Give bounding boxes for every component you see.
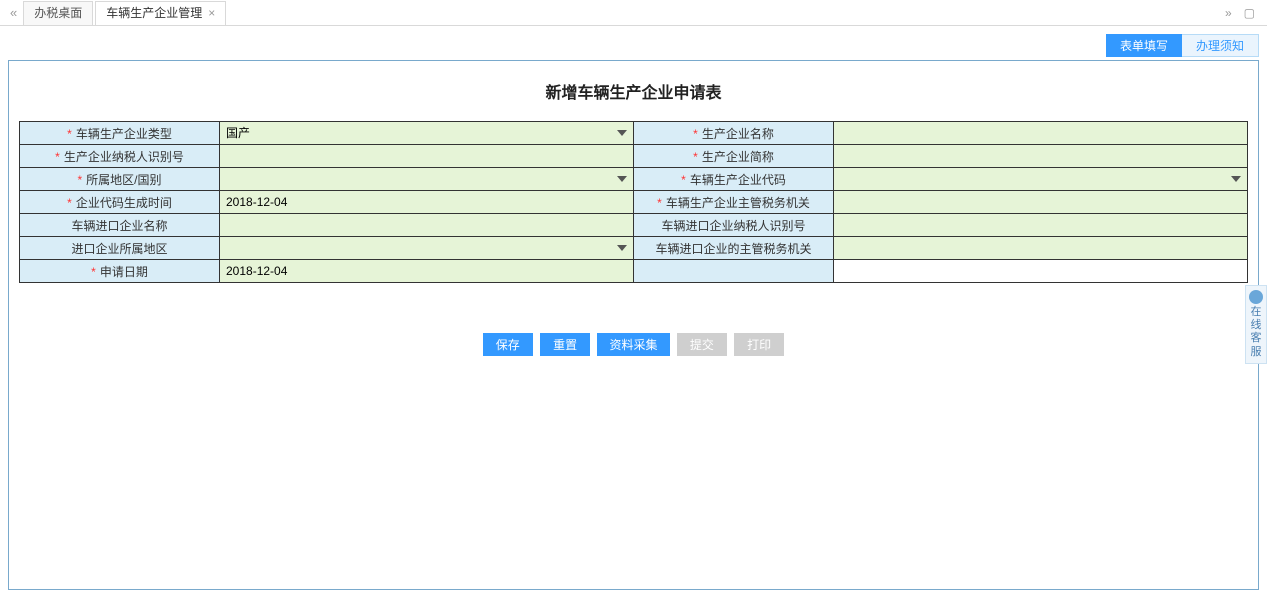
import-taxpayer-id-cell[interactable] bbox=[834, 214, 1248, 237]
import-region-input[interactable] bbox=[226, 241, 627, 255]
enterprise-code-select[interactable] bbox=[834, 168, 1248, 191]
close-icon[interactable]: × bbox=[208, 1, 215, 25]
tab-tax-desktop[interactable]: 办税桌面 bbox=[23, 1, 93, 25]
window-maximize-icon[interactable]: ▢ bbox=[1238, 6, 1261, 20]
label-enterprise-code: 车辆生产企业代码 bbox=[690, 173, 786, 187]
required-mark: * bbox=[657, 196, 662, 210]
process-notice-button[interactable]: 办理须知 bbox=[1182, 34, 1259, 57]
code-gen-time-cell[interactable] bbox=[220, 191, 634, 214]
manufacturer-short-input[interactable] bbox=[840, 149, 1241, 163]
manufacturer-name-cell[interactable] bbox=[834, 122, 1248, 145]
label-import-enterprise-name: 车辆进口企业名称 bbox=[71, 219, 167, 233]
taxpayer-id-input[interactable] bbox=[226, 149, 627, 163]
form-panel: 新增车辆生产企业申请表 * 车辆生产企业类型 * 生产企业名称 * 生产企业纳税人识别… bbox=[8, 60, 1259, 590]
save-button[interactable]: 保存 bbox=[483, 333, 533, 356]
required-mark: * bbox=[693, 127, 698, 141]
tabs-scroll-left[interactable]: « bbox=[4, 5, 23, 20]
empty-cell bbox=[834, 260, 1248, 283]
required-mark: * bbox=[681, 173, 686, 187]
tab-vehicle-enterprise-mgmt[interactable]: 车辆生产企业管理 × bbox=[95, 1, 226, 25]
online-service-widget[interactable]: 在线客服 bbox=[1245, 285, 1267, 364]
label-manufacturer-short: 生产企业简称 bbox=[702, 150, 774, 164]
manufacturer-name-input[interactable] bbox=[840, 126, 1241, 140]
reset-button[interactable]: 重置 bbox=[540, 333, 590, 356]
application-form-table: * 车辆生产企业类型 * 生产企业名称 * 生产企业纳税人识别号 * 生产企业简称 bbox=[19, 121, 1248, 283]
import-tax-authority-input[interactable] bbox=[840, 241, 1241, 255]
label-vehicle-enterprise-type: 车辆生产企业类型 bbox=[76, 127, 172, 141]
label-apply-date: 申请日期 bbox=[100, 265, 148, 279]
import-tax-authority-cell[interactable] bbox=[834, 237, 1248, 260]
label-manufacturer-name: 生产企业名称 bbox=[702, 127, 774, 141]
tab-label: 车辆生产企业管理 bbox=[106, 1, 202, 25]
region-country-select[interactable] bbox=[220, 168, 634, 191]
collect-button[interactable]: 资料采集 bbox=[597, 333, 669, 356]
apply-date-input[interactable] bbox=[226, 264, 627, 278]
label-tax-authority: 车辆生产企业主管税务机关 bbox=[666, 196, 810, 210]
import-taxpayer-id-input[interactable] bbox=[840, 218, 1241, 232]
print-button: 打印 bbox=[734, 333, 784, 356]
manufacturer-short-cell[interactable] bbox=[834, 145, 1248, 168]
apply-date-cell[interactable] bbox=[220, 260, 634, 283]
online-service-label: 在线客服 bbox=[1251, 306, 1262, 358]
label-import-taxpayer-id: 车辆进口企业纳税人识别号 bbox=[661, 219, 805, 233]
enterprise-code-input[interactable] bbox=[840, 172, 1241, 186]
tax-authority-cell[interactable] bbox=[834, 191, 1248, 214]
code-gen-time-input[interactable] bbox=[226, 195, 627, 209]
required-mark: * bbox=[77, 173, 82, 187]
required-mark: * bbox=[55, 150, 60, 164]
region-country-input[interactable] bbox=[226, 172, 627, 186]
label-import-region: 进口企业所属地区 bbox=[71, 242, 167, 256]
submit-button: 提交 bbox=[677, 333, 727, 356]
import-enterprise-name-input[interactable] bbox=[226, 218, 627, 232]
avatar-icon bbox=[1249, 290, 1263, 304]
label-code-gen-time: 企业代码生成时间 bbox=[76, 196, 172, 210]
tax-authority-input[interactable] bbox=[840, 195, 1241, 209]
tab-label: 办税桌面 bbox=[34, 1, 82, 25]
page-title: 新增车辆生产企业申请表 bbox=[19, 79, 1248, 103]
taxpayer-id-cell[interactable] bbox=[220, 145, 634, 168]
required-mark: * bbox=[693, 150, 698, 164]
label-taxpayer-id: 生产企业纳税人识别号 bbox=[64, 150, 184, 164]
label-import-tax-authority: 车辆进口企业的主管税务机关 bbox=[655, 242, 811, 256]
tabs-scroll-right[interactable]: » bbox=[1219, 6, 1238, 20]
label-region-country: 所属地区/国别 bbox=[86, 173, 161, 187]
import-enterprise-name-cell[interactable] bbox=[220, 214, 634, 237]
vehicle-enterprise-type-input[interactable] bbox=[226, 126, 627, 140]
empty-label bbox=[634, 260, 834, 283]
vehicle-enterprise-type-select[interactable] bbox=[220, 122, 634, 145]
import-region-select[interactable] bbox=[220, 237, 634, 260]
required-mark: * bbox=[67, 127, 72, 141]
required-mark: * bbox=[91, 265, 96, 279]
form-fill-button[interactable]: 表单填写 bbox=[1106, 34, 1182, 57]
required-mark: * bbox=[67, 196, 72, 210]
